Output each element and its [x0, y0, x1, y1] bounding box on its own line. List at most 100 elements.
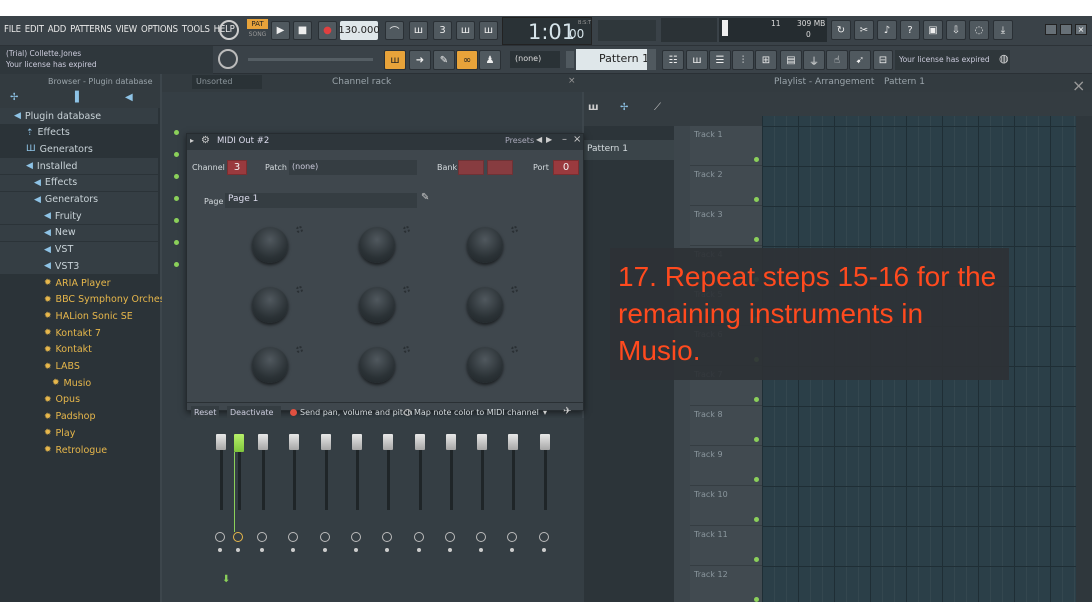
- prev-preset-button[interactable]: ◀: [536, 135, 542, 144]
- gear-icon[interactable]: [296, 286, 303, 293]
- minimize-button[interactable]: [1045, 24, 1057, 35]
- star-icon[interactable]: ✢: [620, 102, 628, 113]
- pattern-list-item[interactable]: Pattern 1: [584, 140, 674, 160]
- browser-item[interactable]: ◀ New: [0, 224, 158, 241]
- track-mute-led[interactable]: [754, 517, 759, 522]
- mixer-pan-knob[interactable]: [257, 532, 267, 542]
- browser-item[interactable]: ✹ ARIA Player: [0, 275, 158, 291]
- track-mute-led[interactable]: [754, 397, 759, 402]
- minimize-icon[interactable]: –: [562, 134, 567, 145]
- browser-item[interactable]: ✹ Play: [0, 425, 158, 441]
- metronome-button[interactable]: ⌒: [385, 21, 404, 40]
- mixer-fader-handle[interactable]: [508, 434, 519, 450]
- mixer-route-dot[interactable]: [510, 548, 515, 552]
- collapse-icon[interactable]: ✢: [10, 92, 18, 103]
- browser-item[interactable]: ◀ Installed: [0, 158, 158, 175]
- mixer-route-dot[interactable]: [385, 548, 390, 552]
- channel-led[interactable]: [174, 152, 179, 157]
- page-select[interactable]: Page 1: [225, 193, 417, 208]
- browser-item[interactable]: ◀ Plugin database: [0, 108, 158, 124]
- browser-item[interactable]: ✹ Padshop: [0, 409, 158, 425]
- bank-lsb-value[interactable]: [487, 160, 513, 175]
- license-notice[interactable]: Your license has expired: [895, 50, 1010, 70]
- channel-led[interactable]: [174, 218, 179, 223]
- browser-item[interactable]: ⇡ Effects: [0, 125, 158, 141]
- browser-item[interactable]: Ш Generators: [0, 141, 158, 157]
- track-header[interactable]: Track 1: [690, 126, 762, 166]
- mixer-fader-handle[interactable]: [414, 434, 425, 450]
- browser-item[interactable]: ✹ Opus: [0, 392, 158, 408]
- none-selector[interactable]: (none): [510, 51, 560, 68]
- next-preset-button[interactable]: ▶: [546, 135, 552, 144]
- link-button[interactable]: ∞: [456, 50, 478, 70]
- line-icon[interactable]: ⟋: [654, 102, 661, 113]
- mixer-pan-knob[interactable]: [215, 532, 225, 542]
- master-pitch-knob[interactable]: [218, 49, 238, 69]
- gear-icon[interactable]: [403, 226, 410, 233]
- cc-knob[interactable]: [252, 287, 288, 323]
- gear-icon[interactable]: [403, 286, 410, 293]
- menu-item-add[interactable]: ADD: [48, 24, 67, 35]
- gear-icon[interactable]: [296, 346, 303, 353]
- mixer-fader-handle[interactable]: [320, 434, 331, 450]
- mixer-route-dot[interactable]: [541, 548, 546, 552]
- stamp-button[interactable]: ♟: [479, 50, 501, 70]
- download-button[interactable]: ⤓: [993, 20, 1013, 40]
- gear-icon[interactable]: ⚙: [201, 135, 210, 146]
- step-edit-button[interactable]: ш: [456, 21, 475, 40]
- gear-icon[interactable]: [403, 346, 410, 353]
- menu-item-tools[interactable]: TOOLS: [182, 24, 210, 35]
- song-mode-button[interactable]: SONG: [247, 31, 268, 40]
- cc-knob[interactable]: [467, 347, 503, 383]
- playlist-button[interactable]: ☷: [662, 50, 684, 70]
- cc-knob[interactable]: [359, 287, 395, 323]
- port-value[interactable]: 0: [553, 160, 579, 175]
- globe-icon[interactable]: ◍: [999, 52, 1009, 65]
- mixer-fader-handle[interactable]: [234, 434, 244, 452]
- midi-out-titlebar[interactable]: ▸ ⚙ MIDI Out #2 Presets ◀ ▶ – ×: [187, 134, 583, 150]
- mixer-route-dot[interactable]: [353, 548, 358, 552]
- browser-item[interactable]: ✹ Kontakt: [0, 342, 158, 358]
- mixer-fader-handle[interactable]: [539, 434, 550, 450]
- piano-roll-button[interactable]: ш: [686, 50, 708, 70]
- gear-icon[interactable]: [511, 226, 518, 233]
- browser-item[interactable]: ◀ VST3: [0, 258, 158, 275]
- mixer-fader-handle[interactable]: [445, 434, 456, 450]
- browser-button[interactable]: ⊞: [755, 50, 777, 70]
- track-header[interactable]: Track 3: [690, 206, 762, 246]
- track-header[interactable]: Track 9: [690, 446, 762, 486]
- tools-button[interactable]: ✂: [854, 20, 874, 40]
- forward-button[interactable]: ➜: [409, 50, 431, 70]
- browser-item[interactable]: ◀ Effects: [0, 174, 158, 191]
- cc-knob[interactable]: [467, 287, 503, 323]
- piano-icon[interactable]: ш: [588, 102, 599, 113]
- document-icon[interactable]: ▌: [75, 92, 83, 103]
- track-mute-led[interactable]: [754, 197, 759, 202]
- song-position-slider[interactable]: [598, 20, 656, 41]
- presets-button[interactable]: Presets: [505, 136, 534, 145]
- prev-pattern-button[interactable]: [566, 51, 574, 68]
- cc-knob[interactable]: [467, 227, 503, 263]
- map-color-radio[interactable]: [404, 409, 411, 416]
- next-pattern-button[interactable]: [647, 49, 656, 70]
- countdown-button[interactable]: 3: [433, 21, 452, 40]
- time-display[interactable]: 1:01 00 B:S:T: [502, 17, 592, 45]
- track-mute-led[interactable]: [754, 437, 759, 442]
- track-header[interactable]: Track 12: [690, 566, 762, 602]
- mixer-pan-knob[interactable]: [444, 532, 455, 542]
- gear-icon[interactable]: [511, 346, 518, 353]
- menu-item-edit[interactable]: EDIT: [25, 24, 44, 35]
- gear-icon[interactable]: [296, 226, 303, 233]
- mixer-fader-handle[interactable]: [258, 434, 268, 450]
- track-header[interactable]: Track 2: [690, 166, 762, 206]
- track-mute-led[interactable]: [754, 557, 759, 562]
- cc-knob[interactable]: [359, 227, 395, 263]
- send-pan-radio[interactable]: [290, 409, 297, 416]
- mixer-pan-knob[interactable]: [476, 532, 487, 542]
- track-header[interactable]: Track 11: [690, 526, 762, 566]
- channel-value[interactable]: 3: [227, 160, 247, 175]
- expand-arrow-icon[interactable]: ▸: [190, 136, 194, 145]
- tempo-display[interactable]: 130.000: [338, 21, 380, 40]
- close-icon[interactable]: ×: [573, 134, 581, 145]
- channel-rack-button[interactable]: ☰: [709, 50, 731, 70]
